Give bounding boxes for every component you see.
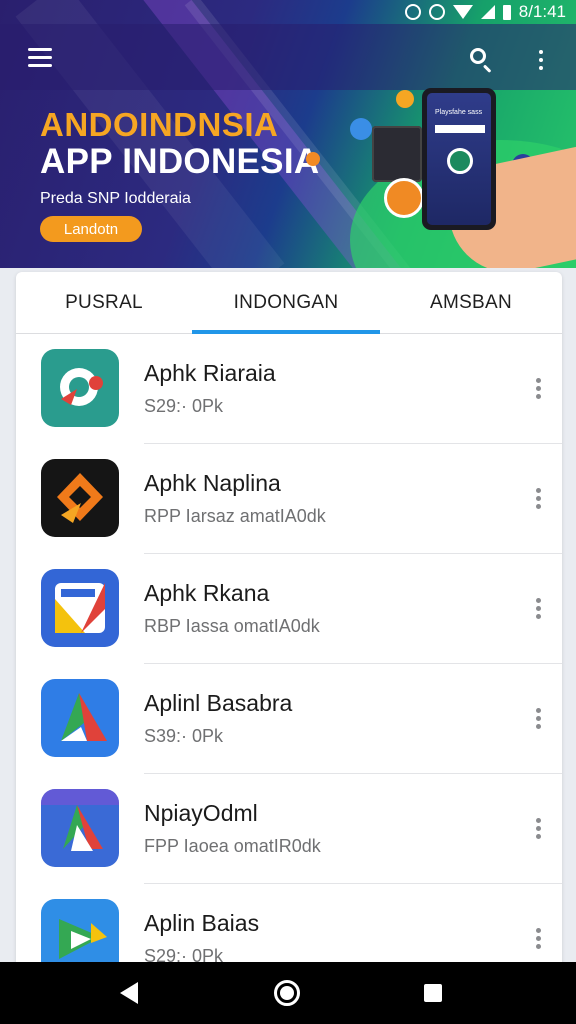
more-vert-icon[interactable] <box>528 924 548 954</box>
more-vert-icon[interactable] <box>528 594 548 624</box>
app-logo-icon <box>447 148 473 174</box>
app-meta: S29:· 0Pk <box>144 396 224 416</box>
data-saver-icon <box>404 4 421 20</box>
more-vert-icon[interactable] <box>528 374 548 404</box>
diamond-app-icon <box>41 459 119 537</box>
search-icon[interactable] <box>462 42 498 78</box>
hero-title-line1: ANDOINDNSIA <box>40 106 279 143</box>
tab-bar: PUSRAL INDONGAN AMSBAN <box>16 272 562 334</box>
app-meta: FPP Iaoea omatIR0dk <box>144 836 321 856</box>
tab-pusral[interactable]: PUSRAL <box>16 272 192 334</box>
status-bar: 8/1:41 <box>0 0 576 24</box>
list-item[interactable]: Aphk Naplina RPP Iarsaz amatIA0dk <box>16 444 562 554</box>
globe-illustration <box>350 118 372 140</box>
app-list: Aphk Riaraia S29:· 0Pk Aphk Naplina RPP … <box>16 334 562 972</box>
app-meta: RBP Iassa omatIA0dk <box>144 616 320 636</box>
coin-illustration <box>396 90 414 108</box>
hero-title-line2: APP INDONESIA <box>40 142 320 181</box>
phone-illustration: Playsfahe sass <box>422 88 496 230</box>
list-item[interactable]: Aplinl Basabra S39:· 0Pk <box>16 664 562 774</box>
phone-screen-text: Playsfahe sass <box>435 109 483 116</box>
app-name: Aplin Baias <box>144 910 260 936</box>
tab-indongan[interactable]: INDONGAN <box>192 272 380 334</box>
arrow-app-icon <box>41 789 119 867</box>
wifi-icon <box>452 5 473 19</box>
app-meta: S39:· 0Pk <box>144 726 224 746</box>
recents-icon[interactable] <box>424 984 442 1002</box>
spark-illustration <box>306 152 320 166</box>
status-time: 8/1:41 <box>518 2 566 21</box>
hero-cta-button[interactable]: Landotn <box>40 216 142 242</box>
app-name: Aphk Rkana <box>144 580 270 606</box>
list-item[interactable]: NpiayOdml FPP Iaoea omatIR0dk <box>16 774 562 884</box>
gear-illustration <box>384 178 424 218</box>
app-bar <box>0 24 576 90</box>
more-vert-icon[interactable] <box>528 814 548 844</box>
app-name: Aphk Naplina <box>144 470 281 496</box>
more-vert-icon[interactable] <box>528 704 548 734</box>
folder-app-icon <box>41 569 119 647</box>
battery-icon <box>502 4 511 20</box>
more-vert-icon[interactable] <box>528 484 548 514</box>
system-nav-bar <box>0 962 576 1024</box>
hero-banner: 8/1:41 ANDOINDNSIA APP INDONESIA Preda S… <box>0 0 576 268</box>
triangle-app-icon <box>41 679 119 757</box>
alarm-icon <box>428 4 445 20</box>
back-icon[interactable] <box>120 982 138 1004</box>
server-illustration <box>372 126 422 182</box>
list-item[interactable]: Aphk Riaraia S29:· 0Pk <box>16 334 562 444</box>
app-meta: RPP Iarsaz amatIA0dk <box>144 506 326 526</box>
hero-subtitle: Preda SNP Iodderaia <box>40 190 191 207</box>
list-item[interactable]: Aplin Baias S29:· 0Pk <box>16 884 562 972</box>
cloud-app-icon <box>41 349 119 427</box>
more-vert-icon[interactable] <box>526 42 556 78</box>
home-icon[interactable] <box>274 980 300 1006</box>
app-name: NpiayOdml <box>144 800 258 826</box>
signal-icon <box>480 5 495 19</box>
app-name: Aplinl Basabra <box>144 690 293 716</box>
tab-amsban[interactable]: AMSBAN <box>380 272 562 334</box>
list-item[interactable]: Aphk Rkana RBP Iassa omatIA0dk <box>16 554 562 664</box>
app-name: Aphk Riaraia <box>144 360 276 386</box>
hamburger-menu-icon[interactable] <box>22 46 60 70</box>
app-list-card: PUSRAL INDONGAN AMSBAN Aphk Riaraia S29:… <box>16 272 562 972</box>
